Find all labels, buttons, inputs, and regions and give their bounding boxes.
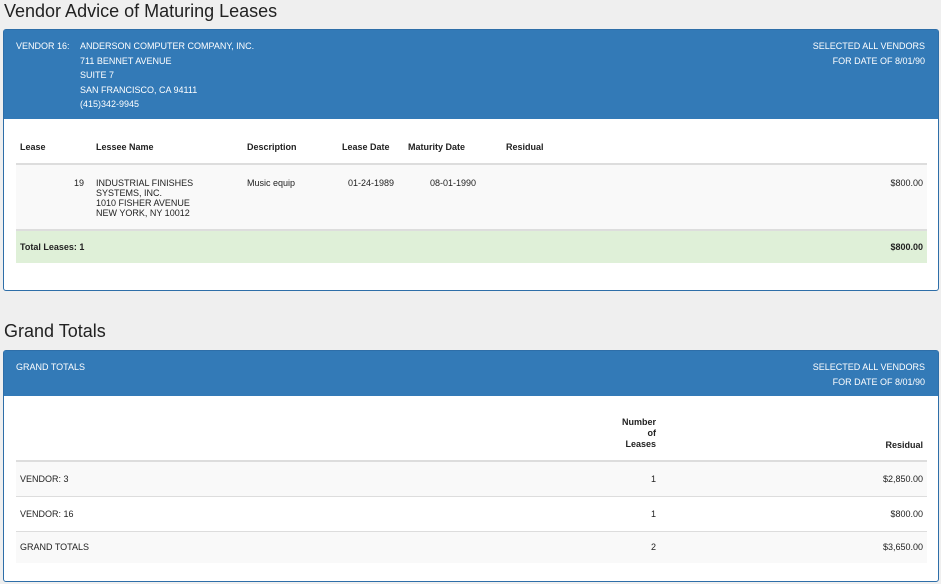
vendor-address-line: SUITE 7 [80,70,115,80]
table-row: 19 INDUSTRIAL FINISHES SYSTEMS, INC. 101… [16,164,927,230]
for-date-text: FOR DATE OF 8/01/90 [832,376,925,387]
vendor-address: ANDERSON COMPUTER COMPANY, INC. 711 BENN… [80,39,254,112]
col-description: Description [243,130,338,165]
grand-header-right: SELECTED ALL VENDORS FOR DATE OF 8/01/90 [813,360,925,389]
vendor-label: VENDOR: 16 [16,495,618,531]
selection-text: SELECTED ALL VENDORS [812,41,925,51]
col-number-line1: Number of [622,417,657,438]
residual-value: $3,650.00 [660,530,927,563]
lessee-line: SYSTEMS, INC. [96,188,163,198]
vendor-panel-header: VENDOR 16: ANDERSON COMPUTER COMPANY, IN… [4,30,938,119]
vendor-address-line: (415)342-9945 [80,99,140,109]
maturity-date: 08-01-1990 [429,178,477,188]
lease-table: Lease Lessee Name Description Lease Date… [16,130,927,263]
lease-count: 1 [618,460,661,496]
col-lease: Lease [16,130,92,165]
lease-number: 19 [73,178,84,188]
totals-row: Total Leases: 1 $800.00 [16,230,927,263]
for-date-text: FOR DATE OF 8/01/90 [832,55,925,66]
vendor-panel: VENDOR 16: ANDERSON COMPUTER COMPANY, IN… [3,29,939,291]
total-residual: $800.00 [502,230,927,263]
total-leases-label: Total Leases: 1 [16,230,502,263]
col-vendor [16,417,618,462]
lessee-name: INDUSTRIAL FINISHES SYSTEMS, INC. 1010 F… [92,164,243,230]
grand-totals-header: GRAND TOTALS SELECTED ALL VENDORS FOR DA… [4,351,938,396]
lease-count: 2 [618,530,661,563]
grand-totals-label: GRAND TOTALS [16,362,86,372]
table-row: GRAND TOTALS 2 $3,650.00 [16,530,927,563]
vendor-header-right: SELECTED ALL VENDORS FOR DATE OF 8/01/90 [813,39,925,68]
col-number-of-leases: Number of Leases [618,417,661,462]
vendor-label: VENDOR 16: [16,41,70,51]
table-row: VENDOR: 3 1 $2,850.00 [16,460,927,496]
vendor-address-line: ANDERSON COMPUTER COMPANY, INC. [80,41,255,51]
col-residual: Residual [502,130,927,165]
table-row: VENDOR: 16 1 $800.00 [16,495,927,531]
grand-totals-table: Number of Leases Residual VENDOR: 3 1 $2… [16,417,927,563]
vendor-section-title: Vendor Advice of Maturing Leases [4,1,278,21]
grand-totals-row-label: GRAND TOTALS [16,530,618,563]
vendor-label: VENDOR: 3 [16,460,618,496]
lease-count: 1 [618,495,661,531]
vendor-address-line: SAN FRANCISCO, CA 94111 [80,84,198,95]
lessee-line: INDUSTRIAL FINISHES [96,178,194,188]
residual-value: $800.00 [660,495,927,531]
lease-table-header: Lease Lessee Name Description Lease Date… [16,130,927,165]
col-maturity-date: Maturity Date [404,130,502,165]
grand-totals-table-header: Number of Leases Residual [16,417,927,462]
residual-value: $2,850.00 [660,460,927,496]
grand-totals-title: Grand Totals [4,321,106,341]
lessee-line: 1010 FISHER AVENUE [96,198,190,208]
col-lease-date: Lease Date [338,130,404,165]
grand-totals-panel: GRAND TOTALS SELECTED ALL VENDORS FOR DA… [3,350,939,582]
col-number-line2: Leases [625,439,657,449]
residual-value: $800.00 [890,178,923,188]
selection-text: SELECTED ALL VENDORS [812,362,925,372]
vendor-address-line: 711 BENNET AVENUE [80,55,172,66]
col-lessee-name: Lessee Name [92,130,243,165]
col-residual: Residual [660,417,927,462]
lease-date: 01-24-1989 [347,178,395,188]
lessee-line: NEW YORK, NY 10012 [96,208,190,218]
description: Music equip [247,178,296,188]
